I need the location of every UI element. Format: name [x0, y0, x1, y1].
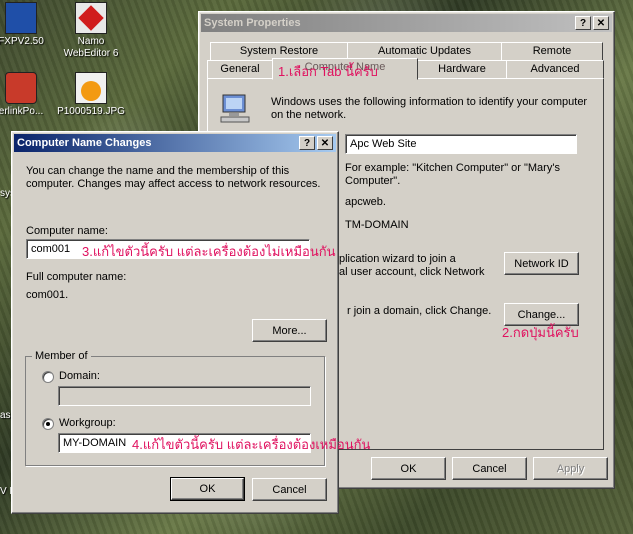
- close-button[interactable]: ✕: [593, 16, 609, 30]
- tab-general[interactable]: General: [207, 60, 273, 78]
- computer-icon: [219, 92, 253, 124]
- computer-name-changes-titlebar: Computer Name Changes ? ✕: [14, 134, 336, 152]
- help-button[interactable]: ?: [575, 16, 591, 30]
- intro-text: You can change the name and the membersh…: [26, 165, 321, 190]
- tab-hardware[interactable]: Hardware: [417, 60, 507, 78]
- annotation-step-3: 3.แก้ไขตัวนี้ครับ แต่ละเครื่องต้องไม่เหม…: [82, 244, 336, 259]
- annotation-step-1: 1.เลือก Tab นี้ครับ: [278, 64, 378, 79]
- full-computer-name-label: Full computer name:: [26, 271, 127, 283]
- jpg-file-icon: [75, 72, 107, 104]
- domain-radio[interactable]: [42, 371, 54, 383]
- annotation-step-4: 4.แก้ไขตัวนี้ครับ แต่ละเครื่องต้องเหมือน…: [132, 437, 371, 452]
- desktop-edge-label: as: [0, 410, 11, 421]
- tab-remote[interactable]: Remote: [501, 42, 603, 60]
- system-properties-titlebar: System Properties ? ✕: [201, 14, 612, 32]
- computer-name-label: Computer name:: [26, 225, 108, 237]
- dialog-title: Computer Name Changes: [17, 137, 152, 149]
- app-icon: [5, 72, 37, 104]
- intro-text: Windows uses the following information t…: [271, 96, 588, 121]
- desktop-icon-label: erlinkPo...: [0, 106, 44, 117]
- cancel-button[interactable]: Cancel: [252, 478, 327, 501]
- example-text: For example: "Kitchen Computer" or "Mary…: [345, 162, 560, 187]
- network-id-button[interactable]: Network ID: [504, 252, 579, 275]
- app-icon: [5, 2, 37, 34]
- desktop-icon-linkpo[interactable]: erlinkPo...: [0, 72, 56, 118]
- desktop-icon-label: Namo WebEditor 6: [63, 36, 119, 59]
- full-computer-name-value: apcweb.: [345, 196, 386, 208]
- network-id-text: plication wizard to join a al user accou…: [339, 253, 485, 278]
- change-text: r join a domain, click Change.: [347, 305, 492, 317]
- desktop-icon-fxpv[interactable]: FXPV2.50: [0, 2, 56, 48]
- annotation-step-2: 2.กดปุ่มนี้ครับ: [502, 325, 579, 340]
- ok-button[interactable]: OK: [371, 457, 446, 480]
- desktop-icon-label: P1000519.JPG: [57, 106, 125, 117]
- member-of-label: Member of: [32, 350, 91, 362]
- more-button[interactable]: More...: [252, 319, 327, 342]
- computer-description-field[interactable]: Apc Web Site: [345, 134, 577, 154]
- workgroup-radio[interactable]: [42, 418, 54, 430]
- workgroup-label: Workgroup:: [59, 417, 116, 429]
- workgroup-value: TM-DOMAIN: [345, 219, 409, 231]
- desktop-icon-jpg[interactable]: P1000519.JPG: [56, 72, 126, 118]
- domain-label: Domain:: [59, 370, 100, 382]
- full-computer-name-value: com001.: [26, 289, 69, 301]
- cancel-button[interactable]: Cancel: [452, 457, 527, 480]
- tab-advanced[interactable]: Advanced: [506, 60, 604, 78]
- computer-name-changes-dialog: Computer Name Changes ? ✕ You can change …: [11, 131, 339, 514]
- window-title: System Properties: [204, 17, 301, 29]
- ok-button[interactable]: OK: [170, 477, 245, 501]
- apply-button[interactable]: Apply: [533, 457, 608, 480]
- desktop-icon-namo[interactable]: Namo WebEditor 6: [56, 2, 126, 60]
- close-button[interactable]: ✕: [317, 136, 333, 150]
- help-button[interactable]: ?: [299, 136, 315, 150]
- namo-icon: [75, 2, 107, 34]
- desktop-icon-label: FXPV2.50: [0, 36, 44, 47]
- domain-input[interactable]: [58, 386, 311, 406]
